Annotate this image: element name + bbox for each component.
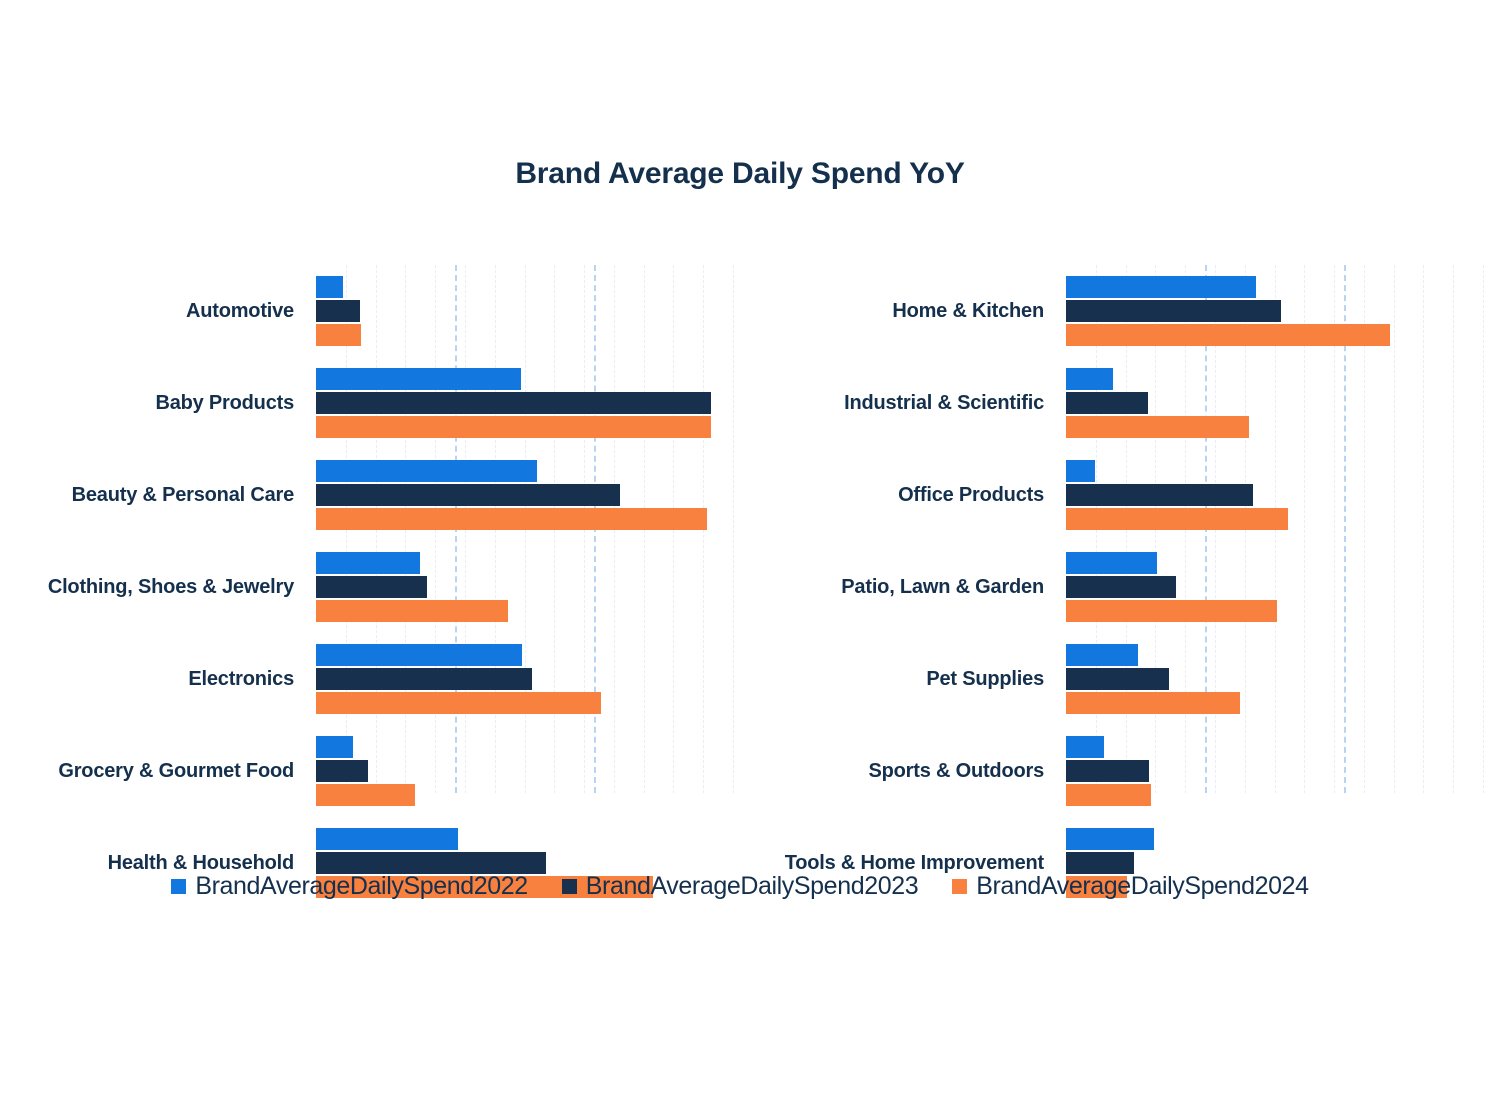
- bar-BrandAverageDailySpend2024[interactable]: [1066, 600, 1277, 622]
- bar-BrandAverageDailySpend2024[interactable]: [316, 508, 708, 530]
- bar-BrandAverageDailySpend2022[interactable]: [1066, 552, 1157, 574]
- bar-BrandAverageDailySpend2023[interactable]: [316, 760, 369, 782]
- chart-panel-right: Home & Kitchen Industrial & Scientific Off…: [760, 265, 1484, 898]
- chart-legend: BrandAverageDailySpend2022 BrandAverageDa…: [0, 872, 1480, 901]
- bar-group: [1066, 541, 1483, 633]
- chart-container: Brand Average Daily Spend YoY Automotive…: [0, 0, 1500, 1110]
- bar-BrandAverageDailySpend2022[interactable]: [1066, 276, 1257, 298]
- bar-BrandAverageDailySpend2024[interactable]: [1066, 416, 1250, 438]
- category-axis-label: Home & Kitchen: [892, 299, 1044, 322]
- legend-label: BrandAverageDailySpend2023: [585, 872, 919, 900]
- legend-swatch-icon: [171, 879, 187, 894]
- bar-BrandAverageDailySpend2022[interactable]: [316, 644, 522, 666]
- bar-group: [1066, 357, 1483, 449]
- legend-item[interactable]: BrandAverageDailySpend2022: [171, 872, 528, 901]
- category-row: Clothing, Shoes & Jewelry: [18, 541, 734, 633]
- bar-BrandAverageDailySpend2024[interactable]: [316, 784, 415, 806]
- bar-BrandAverageDailySpend2023[interactable]: [316, 392, 711, 414]
- bar-group: [316, 541, 733, 633]
- category-row: Home & Kitchen: [760, 265, 1484, 357]
- bar-BrandAverageDailySpend2022[interactable]: [1066, 368, 1114, 390]
- category-axis-label: Electronics: [188, 667, 294, 690]
- legend-item[interactable]: BrandAverageDailySpend2023: [561, 872, 919, 901]
- category-axis-label: Industrial & Scientific: [844, 391, 1044, 414]
- bar-BrandAverageDailySpend2024[interactable]: [1066, 324, 1390, 346]
- bar-BrandAverageDailySpend2023[interactable]: [1066, 392, 1149, 414]
- bar-BrandAverageDailySpend2024[interactable]: [1066, 692, 1240, 714]
- page-title: Brand Average Daily Spend YoY: [515, 157, 965, 190]
- bar-BrandAverageDailySpend2023[interactable]: [1066, 852, 1134, 874]
- category-axis-label: Baby Products: [155, 391, 294, 414]
- category-row: Industrial & Scientific: [760, 357, 1484, 449]
- bar-BrandAverageDailySpend2024[interactable]: [1066, 784, 1152, 806]
- bar-BrandAverageDailySpend2022[interactable]: [1066, 736, 1104, 758]
- bar-group: [1066, 265, 1483, 357]
- bar-BrandAverageDailySpend2023[interactable]: [316, 576, 427, 598]
- bar-group: [1066, 725, 1483, 817]
- bar-BrandAverageDailySpend2022[interactable]: [316, 736, 354, 758]
- bar-BrandAverageDailySpend2022[interactable]: [1066, 460, 1096, 482]
- bar-BrandAverageDailySpend2023[interactable]: [316, 668, 532, 690]
- legend-swatch-icon: [952, 879, 968, 894]
- bar-group: [316, 449, 733, 541]
- category-axis-label: Automotive: [185, 299, 294, 322]
- category-axis-label: Patio, Lawn & Garden: [841, 575, 1044, 598]
- bar-BrandAverageDailySpend2022[interactable]: [316, 552, 421, 574]
- bar-BrandAverageDailySpend2024[interactable]: [316, 692, 601, 714]
- category-rows-left: Automotive Baby Products Beauty & Personal…: [18, 265, 734, 898]
- category-row: Sports & Outdoors: [760, 725, 1484, 817]
- category-row: Patio, Lawn & Garden: [760, 541, 1484, 633]
- category-row: Office Products: [760, 449, 1484, 541]
- bar-BrandAverageDailySpend2024[interactable]: [316, 600, 508, 622]
- category-axis-label: Clothing, Shoes & Jewelry: [47, 575, 294, 598]
- category-axis-label: Sports & Outdoors: [868, 759, 1045, 782]
- category-row: Pet Supplies: [760, 633, 1484, 725]
- bar-BrandAverageDailySpend2022[interactable]: [316, 460, 537, 482]
- bar-BrandAverageDailySpend2023[interactable]: [1066, 484, 1253, 506]
- legend-swatch-icon: [561, 879, 577, 894]
- chart-panel-left: Automotive Baby Products Beauty & Personal…: [18, 265, 734, 898]
- bar-BrandAverageDailySpend2023[interactable]: [1066, 576, 1177, 598]
- bar-group: [1066, 633, 1483, 725]
- chart-panels: Automotive Baby Products Beauty & Personal…: [0, 265, 1500, 898]
- category-rows-right: Home & Kitchen Industrial & Scientific Off…: [760, 265, 1484, 898]
- bar-group: [1066, 449, 1483, 541]
- bar-BrandAverageDailySpend2023[interactable]: [316, 484, 620, 506]
- bar-group: [316, 265, 733, 357]
- bar-group: [316, 357, 733, 449]
- category-row: Baby Products: [18, 357, 734, 449]
- bar-BrandAverageDailySpend2024[interactable]: [316, 324, 362, 346]
- bar-BrandAverageDailySpend2024[interactable]: [1066, 508, 1288, 530]
- bar-group: [316, 633, 733, 725]
- category-row: Beauty & Personal Care: [18, 449, 734, 541]
- legend-label: BrandAverageDailySpend2024: [976, 872, 1309, 900]
- bar-BrandAverageDailySpend2023[interactable]: [316, 852, 547, 874]
- legend-item[interactable]: BrandAverageDailySpend2024: [952, 872, 1309, 901]
- legend-label: BrandAverageDailySpend2022: [195, 872, 528, 900]
- bar-BrandAverageDailySpend2022[interactable]: [1066, 828, 1154, 850]
- bar-BrandAverageDailySpend2022[interactable]: [316, 828, 459, 850]
- category-row: Automotive: [18, 265, 734, 357]
- bar-BrandAverageDailySpend2024[interactable]: [316, 416, 711, 438]
- bar-BrandAverageDailySpend2022[interactable]: [316, 368, 522, 390]
- bar-BrandAverageDailySpend2022[interactable]: [316, 276, 344, 298]
- bar-BrandAverageDailySpend2023[interactable]: [1066, 760, 1149, 782]
- bar-BrandAverageDailySpend2023[interactable]: [1066, 668, 1169, 690]
- category-axis-label: Pet Supplies: [926, 667, 1044, 690]
- category-row: Electronics: [18, 633, 734, 725]
- bar-BrandAverageDailySpend2022[interactable]: [1066, 644, 1139, 666]
- bar-group: [316, 725, 733, 817]
- category-axis-label: Office Products: [898, 483, 1044, 506]
- category-row: Grocery & Gourmet Food: [18, 725, 734, 817]
- category-axis-label: Beauty & Personal Care: [71, 483, 295, 506]
- bar-BrandAverageDailySpend2023[interactable]: [1066, 300, 1282, 322]
- bar-BrandAverageDailySpend2023[interactable]: [316, 300, 361, 322]
- category-axis-label: Grocery & Gourmet Food: [58, 759, 294, 782]
